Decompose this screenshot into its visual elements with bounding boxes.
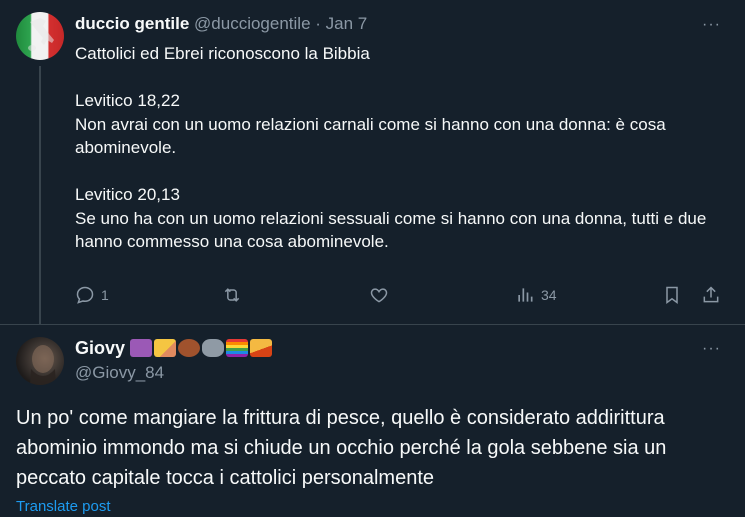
author-name[interactable]: duccio gentile xyxy=(75,14,189,33)
repost-icon xyxy=(224,288,240,302)
author-handle[interactable]: @ducciogentile xyxy=(194,14,311,33)
aquarius-icon xyxy=(130,339,153,357)
original-tweet[interactable]: duccio gentile @ducciogentile · Jan 7 ··… xyxy=(0,0,745,324)
reply-header: Giovy xyxy=(75,337,273,359)
reply-count: 1 xyxy=(101,287,109,303)
pencil-icon xyxy=(154,339,177,357)
tweet-line: Levitico 20,13 xyxy=(75,185,180,204)
reply-author-avatar[interactable] xyxy=(16,337,64,385)
view-count: 34 xyxy=(541,287,557,303)
display-name-emoji xyxy=(130,339,273,357)
share-button[interactable] xyxy=(701,283,721,307)
share-icon xyxy=(703,286,719,303)
reply-button[interactable]: 1 xyxy=(75,283,109,307)
tweet-line: Levitico 18,22 xyxy=(75,91,180,110)
like-button[interactable] xyxy=(369,283,389,307)
reply-author-name[interactable]: Giovy xyxy=(75,337,125,359)
reply-text: Un po' come mangiare la frittura di pesc… xyxy=(16,407,667,489)
reply-icon xyxy=(76,286,94,304)
bear-icon xyxy=(178,339,201,357)
heart-icon xyxy=(370,288,388,303)
tweet-line: Non avrai con un uomo relazioni carnali … xyxy=(75,114,666,158)
wolf-icon xyxy=(202,339,225,357)
italy-map-icon xyxy=(28,18,54,51)
bookmark-button[interactable] xyxy=(662,283,682,307)
thread-connector-line xyxy=(39,66,41,324)
views-chart-icon xyxy=(518,288,533,302)
repost-button[interactable] xyxy=(221,283,243,307)
rainbow-flag-icon xyxy=(226,339,249,357)
more-options-button[interactable]: ··· xyxy=(702,17,721,33)
pizza-icon xyxy=(250,339,273,357)
tweet-header: duccio gentile @ducciogentile · Jan 7 xyxy=(75,13,367,35)
profile-photo-icon xyxy=(30,345,56,385)
bookmark-icon xyxy=(666,286,678,304)
tweet-date[interactable]: Jan 7 xyxy=(326,14,368,33)
views-button[interactable]: 34 xyxy=(515,283,557,307)
tweet-line: Cattolici ed Ebrei riconoscono la Bibbia xyxy=(75,44,370,63)
author-avatar[interactable] xyxy=(16,12,64,60)
tweet-line: Se uno ha con un uomo relazioni sessuali… xyxy=(75,208,707,252)
tweet-divider xyxy=(0,324,745,325)
translate-post-link[interactable]: Translate post xyxy=(16,497,111,517)
reply-more-options-button[interactable]: ··· xyxy=(702,341,721,357)
header-separator: · xyxy=(315,14,321,33)
reply-author-handle[interactable]: @Giovy_84 xyxy=(75,362,164,384)
tweet-action-bar: 1 34 xyxy=(75,283,725,307)
tweet-text: Cattolici ed Ebrei riconoscono la Bibbia… xyxy=(75,42,715,254)
